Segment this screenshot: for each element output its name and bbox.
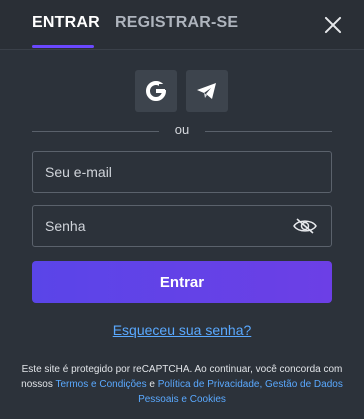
login-modal: ENTRAR REGISTRAR-SE ou Seu e-mail Entrar… — [0, 0, 364, 419]
forgot-password: Esqueceu sua senha? — [0, 322, 364, 338]
email-field[interactable] — [33, 152, 331, 192]
modal-header: ENTRAR REGISTRAR-SE — [0, 0, 364, 50]
google-icon — [146, 81, 166, 101]
legal-notice: Este site é protegido por reCAPTCHA. Ao … — [20, 362, 344, 407]
password-field-wrapper — [32, 205, 332, 247]
tab-register[interactable]: REGISTRAR-SE — [115, 14, 238, 32]
terms-link[interactable]: Termos e Condições — [55, 379, 146, 390]
forgot-password-link[interactable]: Esqueceu sua senha? — [113, 322, 252, 338]
login-submit-button[interactable]: Entrar — [32, 261, 332, 303]
google-login-button[interactable] — [135, 70, 177, 112]
password-field[interactable] — [33, 206, 331, 246]
social-login-row — [0, 70, 364, 112]
eye-icon[interactable] — [293, 217, 317, 235]
divider-line-right — [205, 131, 332, 132]
privacy-link[interactable]: Política de Privacidade, Gestão de Dados… — [138, 379, 343, 405]
telegram-login-button[interactable] — [186, 70, 228, 112]
email-field-wrapper — [32, 151, 332, 193]
active-tab-indicator — [32, 45, 94, 48]
close-icon[interactable] — [322, 14, 344, 36]
telegram-icon — [197, 83, 216, 99]
divider-text: ou — [174, 122, 190, 137]
legal-and: e — [149, 379, 155, 390]
or-divider: ou — [32, 122, 332, 140]
tab-login[interactable]: ENTRAR — [32, 14, 100, 32]
